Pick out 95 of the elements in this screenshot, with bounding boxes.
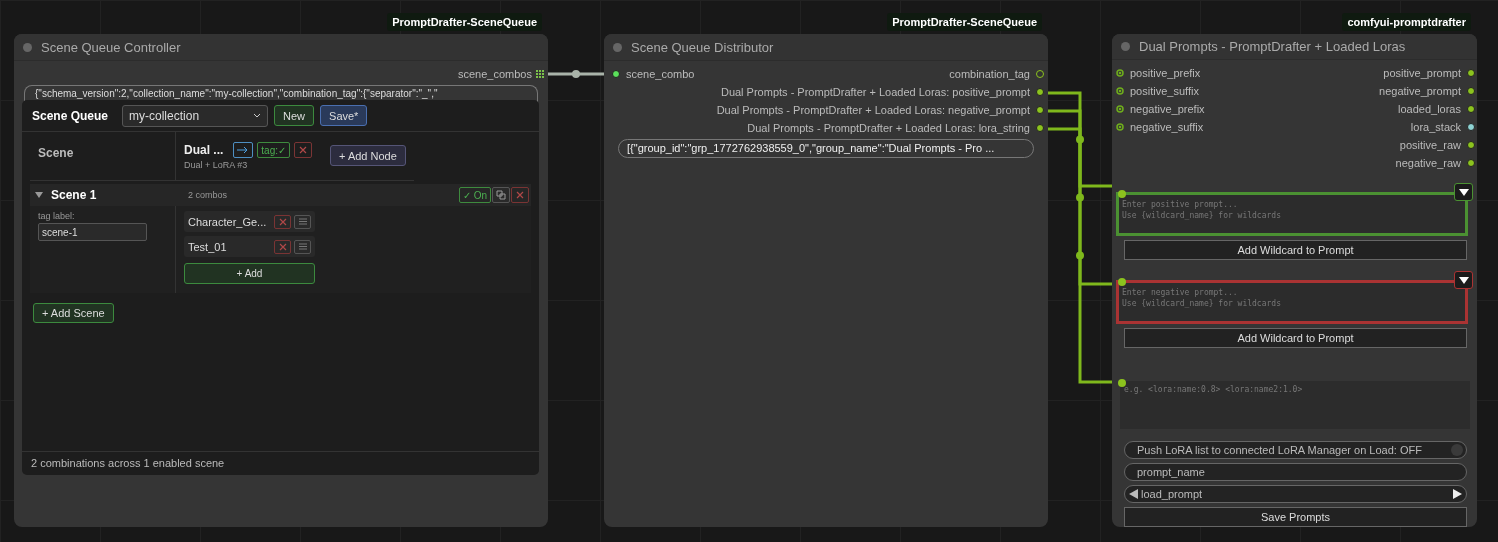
output-label: Dual Prompts - PromptDrafter + Loaded Loras: negative_prompt [716,104,1030,116]
output-label: combination_tag [949,68,1030,80]
output-label: Dual Prompts - PromptDrafter + Loaded Loras: positive_prompt [720,86,1030,98]
chevron-down-icon [253,113,262,118]
arrow-right-icon [237,146,250,154]
tag-label-field[interactable]: scene-1 [38,223,147,241]
input-label: positive_prefix [1130,67,1201,79]
input-dot-icon [1118,278,1126,286]
triangle-down-icon [1458,276,1469,284]
input-dot-icon [1118,190,1126,198]
enable-toggle[interactable]: ✓ On [458,187,491,203]
input-ring-icon [1116,123,1124,131]
node-header[interactable]: Dual Prompts - PromptDrafter + Loaded Loras [1112,34,1477,60]
move-button[interactable] [233,142,254,158]
output-label: negative_prompt [1379,85,1461,97]
toggle-widget[interactable]: Push LoRA list to connected LoRA Manager on Load: OFF [1124,441,1467,459]
output-label: loaded_loras [1398,103,1461,115]
close-icon [299,146,308,154]
status-text: 2 combinations across 1 enabled scene [22,451,539,475]
add-wildcard-button[interactable]: Add Wildcard to Prompt [1124,328,1467,348]
prompt-textarea[interactable]: Enter negative prompt... Use {wildcard_name} for wildcards [1116,280,1468,324]
save-prompts-button[interactable]: Save Prompts [1124,507,1467,527]
input-ring-icon [1116,87,1124,95]
toggle-label: Push LoRA list to connected LoRA Manager on Load: OFF [1137,444,1422,456]
scene-name: Scene 1 [51,188,98,202]
add-node-button[interactable]: + Add Node [330,145,406,166]
node-header[interactable]: Scene Queue Controller [14,34,548,61]
grid-icon [536,70,544,78]
node-source-label: PromptDrafter-SceneQueue [887,13,1042,31]
combo-item[interactable]: Character_Ge... [184,211,315,232]
output-label: scene_combos [458,68,532,80]
panel-title: Scene Queue [32,108,109,123]
new-button[interactable]: New [274,105,315,126]
caret-icon[interactable] [35,192,43,198]
input-dot-icon [1118,379,1126,387]
remove-button[interactable] [294,142,313,158]
node-title: Scene Queue Controller [41,39,181,55]
menu-button[interactable] [294,239,311,254]
output-label: positive_prompt [1383,67,1461,79]
column-header: Scene [30,132,176,180]
text-widget[interactable]: prompt_name [1124,463,1467,481]
output-label: negative_raw [1395,157,1461,169]
triangle-down-icon [1458,188,1469,196]
input-label: positive_suffix [1130,85,1199,97]
combo-count: 2 combos [188,190,229,200]
save-button[interactable]: Save* [320,105,368,126]
node-source-label: comfyui-promptdrafter [1342,13,1471,31]
close-icon [516,191,524,199]
status-dot-icon [23,42,32,52]
combo-item[interactable]: Test_01 [184,236,315,257]
dropdown-button[interactable] [1454,271,1473,289]
output-label: Dual Prompts - PromptDrafter + Loaded Loras: lora_string [747,122,1030,134]
input-label: negative_prefix [1130,103,1205,115]
duplicate-button[interactable] [492,187,510,203]
input-ring-icon [1116,69,1124,77]
copy-icon [496,190,506,200]
delete-button[interactable] [511,187,529,203]
field-label: tag label: [38,211,76,221]
status-dot-icon [613,42,622,52]
menu-icon [298,218,307,225]
node-source-label: PromptDrafter-SceneQueue [387,13,542,31]
toggle-switch[interactable] [1451,444,1463,456]
column-header: Dual ... [184,143,224,157]
node-header[interactable]: Scene Queue Distributor [604,34,1048,61]
output-label: lora_stack [1410,121,1461,133]
node-title: Dual Prompts - PromptDrafter + Loaded Loras [1139,39,1406,54]
tag-toggle[interactable]: tag:✓ [257,142,291,158]
combo-name: Character_Ge... [188,215,268,228]
input-ring-icon [1116,105,1124,113]
collection-dropdown[interactable]: my-collection [122,104,269,127]
combo-widget[interactable]: load_prompt [1124,485,1467,503]
close-icon [278,242,287,251]
triangle-right-icon [1453,489,1462,499]
remove-button[interactable] [274,239,291,254]
add-scene-button[interactable]: + Add Scene [33,303,114,323]
menu-button[interactable] [294,214,311,229]
combo-value: load_prompt [1141,488,1204,500]
output-label: positive_raw [1399,139,1461,151]
status-dot-icon [1121,42,1130,51]
add-wildcard-button[interactable]: Add Wildcard to Prompt [1124,240,1467,260]
add-combo-button[interactable]: + Add [184,263,315,284]
lora-textarea[interactable]: e.g. <lora:name:0.8> <lora:name2:1.0> [1120,381,1470,429]
scene-row[interactable]: Scene 1 2 combos ✓ On [30,184,531,206]
input-label: scene_combo [626,68,695,80]
input-label: negative_suffix [1130,121,1204,133]
combo-name: Test_01 [188,240,228,253]
prompt-textarea[interactable]: Enter positive prompt... Use {wildcard_name} for wildcards [1116,192,1468,236]
triangle-left-icon [1129,489,1138,499]
node-subtitle: Dual + LoRA #3 [184,160,249,170]
menu-icon [298,243,307,250]
dropdown-button[interactable] [1454,183,1473,201]
remove-button[interactable] [274,214,291,229]
node-title: Scene Queue Distributor [631,39,774,55]
link-wire [548,70,604,78]
close-icon [278,217,287,226]
